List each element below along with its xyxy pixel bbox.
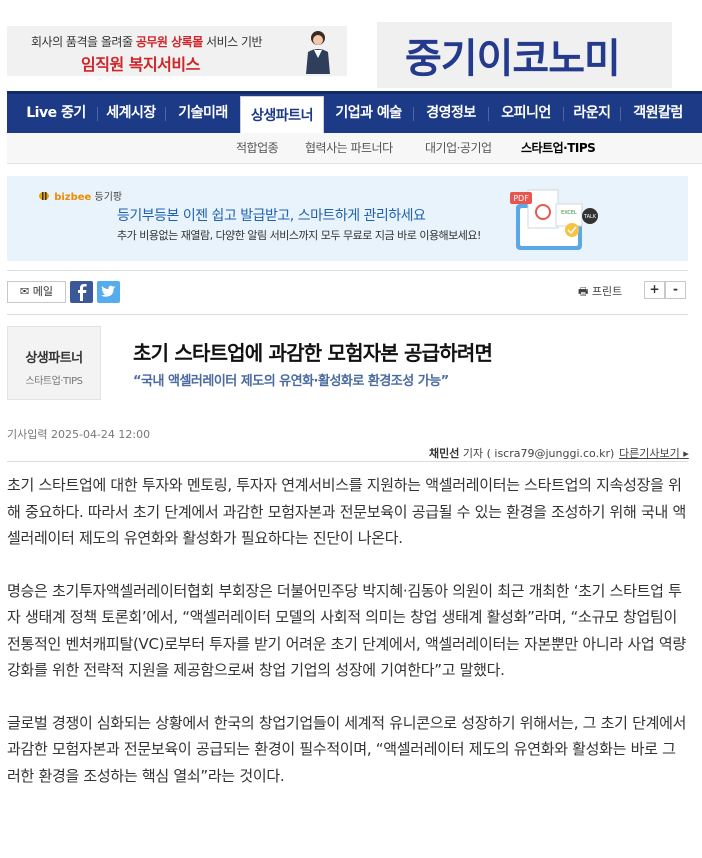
- article-subtitle: “국내 액셀러레이터 제도의 유연화·활성화로 환경조성 가능”: [133, 374, 449, 389]
- font-increase-button[interactable]: +: [644, 281, 665, 299]
- section-label-box: 상생파트너 스타트업·TIPS: [7, 326, 101, 400]
- mail-icon: ✉: [20, 285, 30, 298]
- nav-item-tech-future[interactable]: 기술미래: [166, 94, 240, 133]
- subnav-item-suitable-industry[interactable]: 적합업종: [236, 133, 279, 163]
- nav-item-world-market[interactable]: 세계시장: [98, 94, 164, 133]
- article-title: 초기 스타트업에 과감한 모험자본 공급하려면: [133, 341, 493, 365]
- divider: [7, 270, 688, 271]
- ad-top-line2: 임직원 복지서비스: [81, 55, 200, 74]
- nav-item-partner[interactable]: 상생파트너: [240, 96, 324, 136]
- document-illustration: PDF EXCEL TALK: [510, 189, 598, 250]
- nav-item-live[interactable]: Live 중기: [15, 94, 97, 133]
- svg-text:EXCEL: EXCEL: [561, 210, 577, 216]
- facebook-share-button[interactable]: [70, 281, 93, 303]
- ad-person-illustration: [306, 31, 330, 74]
- subnav-item-startup-tips[interactable]: 스타트업·TIPS: [521, 133, 596, 163]
- ad-mid-line2: 추가 비용없는 재열람, 다양한 알림 서비스까지 모두 무료로 지금 바로 이…: [117, 229, 481, 242]
- svg-text:PDF: PDF: [513, 194, 529, 203]
- divider: [7, 314, 688, 315]
- byline: 채민선 기자 ( iscra79@junggi.co.kr) 다른기사보기 ▸: [429, 445, 689, 461]
- article-date: 기사입력 2025-04-24 12:00: [7, 428, 151, 441]
- printer-icon: 🖶: [578, 285, 589, 298]
- article-paragraph: 글로벌 경쟁이 심화되는 상황에서 한국의 창업기업들이 세계적 유니콘으로 성…: [7, 713, 687, 785]
- svg-text:TALK: TALK: [583, 214, 597, 220]
- nav-item-opinion[interactable]: 오피니언: [489, 94, 563, 133]
- middle-banner-ad[interactable]: bizbee 등기팡 등기부등본 이젠 쉽고 발급받고, 스마트하게 관리하세요…: [7, 176, 688, 261]
- ad-top-line1: 회사의 품격을 올려줄 공무원 상록몰 서비스 기반: [31, 35, 263, 49]
- twitter-icon: [101, 285, 116, 297]
- site-logo[interactable]: 중기이코노미: [405, 26, 621, 84]
- nav-item-lounge[interactable]: 라운지: [564, 94, 620, 133]
- nav-item-management[interactable]: 경영정보: [414, 94, 488, 133]
- nav-item-business-art[interactable]: 기업과 예술: [325, 94, 412, 133]
- reporter-name: 채민선: [429, 447, 460, 460]
- sub-nav: 적합업종 협력사는 파트너다 대기업·공기업 스타트업·TIPS: [7, 133, 702, 164]
- logo-area: 중기이코노미: [377, 22, 672, 88]
- article-paragraph: 초기 스타트업에 대한 투자와 멘토링, 투자자 연계서비스를 지원하는 액셀러…: [7, 476, 686, 547]
- main-nav: Live 중기 세계시장 기술미래 상생파트너 기업과 예술 경영정보 오피니언…: [7, 91, 702, 136]
- section-name[interactable]: 상생파트너: [8, 347, 100, 366]
- facebook-icon: [78, 284, 87, 301]
- article-paragraph: 명승은 초기투자액셀러레이터협회 부회장은 더불어민주당 박지혜·김동아 의원이…: [7, 581, 686, 680]
- nav-item-guest-column[interactable]: 객원칼럼: [621, 94, 695, 133]
- subnav-item-large-public[interactable]: 대기업·공기업: [425, 133, 492, 163]
- bee-icon: [39, 192, 49, 200]
- font-decrease-button[interactable]: -: [665, 281, 686, 299]
- article-body: 초기 스타트업에 대한 투자와 멘토링, 투자자 연계서비스를 지원하는 액셀러…: [7, 472, 688, 815]
- reporter-contact: 기자 ( iscra79@junggi.co.kr): [459, 447, 615, 460]
- ad-brand: bizbee 등기팡: [37, 188, 122, 203]
- subsection-name[interactable]: 스타트업·TIPS: [8, 372, 100, 387]
- top-banner-ad[interactable]: 회사의 품격을 올려줄 공무원 상록몰 서비스 기반 임직원 복지서비스: [7, 26, 347, 76]
- print-button[interactable]: 🖶 프린트: [578, 283, 622, 302]
- subnav-item-partners[interactable]: 협력사는 파트너다: [305, 133, 393, 163]
- more-articles-link[interactable]: 다른기사보기 ▸: [619, 445, 689, 461]
- twitter-share-button[interactable]: [97, 281, 120, 303]
- divider: [7, 461, 688, 462]
- mail-button[interactable]: ✉ 메일: [7, 281, 66, 303]
- ad-mid-line1: 등기부등본 이젠 쉽고 발급받고, 스마트하게 관리하세요: [117, 208, 426, 224]
